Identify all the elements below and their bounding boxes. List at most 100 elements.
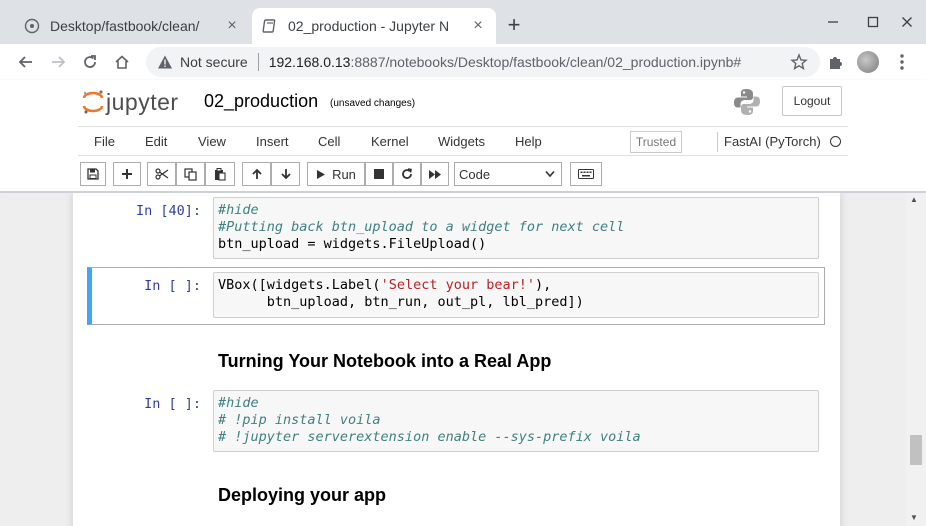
tab-title: 02_production - Jupyter N bbox=[288, 18, 450, 34]
maximize-icon[interactable] bbox=[858, 10, 888, 34]
extensions-puzzle-icon[interactable] bbox=[824, 50, 848, 74]
scissors-icon bbox=[154, 168, 168, 180]
python-logo-icon bbox=[732, 87, 762, 117]
profile-avatar[interactable] bbox=[856, 50, 880, 74]
jupyter-wordmark: jupyter bbox=[106, 88, 179, 115]
play-icon bbox=[317, 169, 326, 179]
jupyter-logo-icon bbox=[82, 90, 104, 114]
globe-icon bbox=[24, 18, 40, 34]
logout-button[interactable]: Logout bbox=[782, 86, 842, 116]
url-path: :8887/notebooks/Desktop/fastbook/clean/0… bbox=[350, 54, 742, 70]
menu-cell[interactable]: Cell bbox=[318, 134, 340, 149]
code-line: btn_upload = widgets.FileUpload() bbox=[218, 236, 487, 252]
menu-bar: File Edit View Insert Cell Kernel Widget… bbox=[78, 126, 848, 156]
close-window-icon[interactable] bbox=[892, 10, 922, 34]
code-line: #Putting back btn_upload to a widget for… bbox=[218, 219, 625, 235]
address-divider bbox=[257, 53, 259, 71]
restart-button[interactable] bbox=[393, 162, 421, 186]
cut-button[interactable] bbox=[147, 162, 176, 186]
cell-type-value: Code bbox=[459, 166, 491, 182]
reload-icon[interactable] bbox=[78, 50, 102, 74]
run-button[interactable]: Run bbox=[307, 162, 365, 186]
tab-title: Desktop/fastbook/clean/ bbox=[50, 18, 200, 34]
code-cell-input[interactable]: VBox([widgets.Label('Select your bear!')… bbox=[213, 272, 819, 318]
code-cell-input[interactable]: #hide #Putting back btn_upload to a widg… bbox=[213, 197, 819, 259]
cell-prompt: In [ ]: bbox=[144, 396, 201, 412]
notebook-name[interactable]: 02_production bbox=[204, 91, 318, 112]
notebook-icon bbox=[262, 18, 278, 34]
notebook-toolbar: Run Code bbox=[78, 162, 848, 188]
menu-view[interactable]: View bbox=[198, 134, 226, 149]
jupyter-header: jupyter 02_production (unsaved changes) … bbox=[0, 80, 926, 192]
arrow-down-icon bbox=[280, 169, 291, 180]
fast-forward-icon bbox=[429, 169, 441, 179]
home-icon[interactable] bbox=[110, 50, 134, 74]
save-button[interactable] bbox=[80, 162, 106, 186]
scroll-down-icon[interactable]: ▼ bbox=[910, 513, 918, 522]
minimize-icon[interactable] bbox=[818, 10, 848, 34]
plus-icon bbox=[122, 169, 132, 179]
menu-file[interactable]: File bbox=[94, 134, 115, 149]
floppy-icon bbox=[87, 168, 99, 180]
close-tab-icon[interactable]: × bbox=[224, 18, 240, 34]
url-host: 192.168.0.13 bbox=[268, 54, 351, 70]
autosave-status: (unsaved changes) bbox=[330, 98, 416, 109]
back-arrow-icon[interactable] bbox=[14, 50, 38, 74]
notebook-area: In [40]: #hide #Putting back btn_upload … bbox=[0, 193, 926, 526]
scrollbar-track[interactable] bbox=[906, 193, 926, 526]
code-line: # !jupyter serverextension enable --sys-… bbox=[218, 429, 641, 445]
stop-icon bbox=[374, 169, 384, 179]
notebook-container: In [40]: #hide #Putting back btn_upload … bbox=[73, 193, 840, 526]
restart-run-all-button[interactable] bbox=[421, 162, 449, 186]
move-down-button[interactable] bbox=[271, 162, 300, 186]
interrupt-button[interactable] bbox=[365, 162, 393, 186]
insert-cell-button[interactable] bbox=[113, 162, 141, 186]
clipboard-icon bbox=[215, 167, 226, 181]
code-string: 'Select your bear!' bbox=[380, 277, 535, 293]
menu-edit[interactable]: Edit bbox=[145, 134, 167, 149]
tab-file-browser[interactable]: Desktop/fastbook/clean/ × bbox=[14, 8, 250, 44]
warning-icon[interactable] bbox=[156, 53, 174, 71]
command-palette-button[interactable] bbox=[570, 162, 602, 186]
menu-insert[interactable]: Insert bbox=[256, 134, 289, 149]
copy-icon bbox=[184, 167, 197, 181]
code-cell-input[interactable]: #hide # !pip install voila # !jupyter se… bbox=[213, 390, 819, 452]
browser-toolbar: Not secure 192.168.0.13:8887/notebooks/D… bbox=[0, 44, 926, 80]
avatar bbox=[857, 51, 879, 73]
jupyter-logo[interactable]: jupyter bbox=[82, 88, 179, 116]
trusted-indicator[interactable]: Trusted bbox=[630, 131, 682, 153]
menu-widgets[interactable]: Widgets bbox=[438, 134, 485, 149]
arrow-up-icon bbox=[251, 168, 262, 179]
close-tab-icon[interactable]: × bbox=[470, 18, 486, 34]
scroll-up-icon[interactable]: ▲ bbox=[910, 195, 918, 204]
move-up-button[interactable] bbox=[242, 162, 271, 186]
restart-icon bbox=[402, 168, 412, 179]
cell-prompt: In [ ]: bbox=[144, 278, 201, 294]
bookmark-star-icon[interactable] bbox=[790, 53, 808, 71]
forward-arrow-icon[interactable] bbox=[46, 50, 70, 74]
code-token: ), bbox=[535, 277, 552, 293]
markdown-heading[interactable]: Deploying your app bbox=[218, 485, 386, 506]
code-line: #hide bbox=[218, 395, 259, 411]
browser-menu-icon[interactable] bbox=[890, 50, 914, 74]
kernel-name: FastAI (PyTorch) bbox=[724, 134, 821, 149]
menu-help[interactable]: Help bbox=[515, 134, 542, 149]
keyboard-icon bbox=[578, 169, 594, 179]
address-bar[interactable]: Not secure 192.168.0.13:8887/notebooks/D… bbox=[146, 47, 820, 77]
new-tab-button[interactable]: + bbox=[502, 14, 526, 38]
markdown-heading[interactable]: Turning Your Notebook into a Real App bbox=[218, 351, 551, 372]
scrollbar-thumb[interactable] bbox=[910, 435, 922, 465]
code-line: btn_upload, btn_run, out_pl, lbl_pred]) bbox=[218, 294, 584, 310]
code-token: VBox([widgets.Label( bbox=[218, 277, 381, 293]
copy-button[interactable] bbox=[176, 162, 205, 186]
tab-notebook[interactable]: 02_production - Jupyter N × bbox=[252, 8, 496, 44]
paste-button[interactable] bbox=[205, 162, 235, 186]
security-label: Not secure bbox=[180, 54, 248, 70]
run-label: Run bbox=[332, 166, 356, 182]
code-line: #hide bbox=[218, 202, 259, 218]
kernel-idle-indicator-icon bbox=[830, 136, 841, 147]
menu-kernel[interactable]: Kernel bbox=[371, 134, 409, 149]
cell-prompt: In [40]: bbox=[135, 203, 201, 219]
cell-type-select[interactable]: Code bbox=[454, 162, 562, 186]
chevron-down-icon bbox=[545, 170, 555, 178]
